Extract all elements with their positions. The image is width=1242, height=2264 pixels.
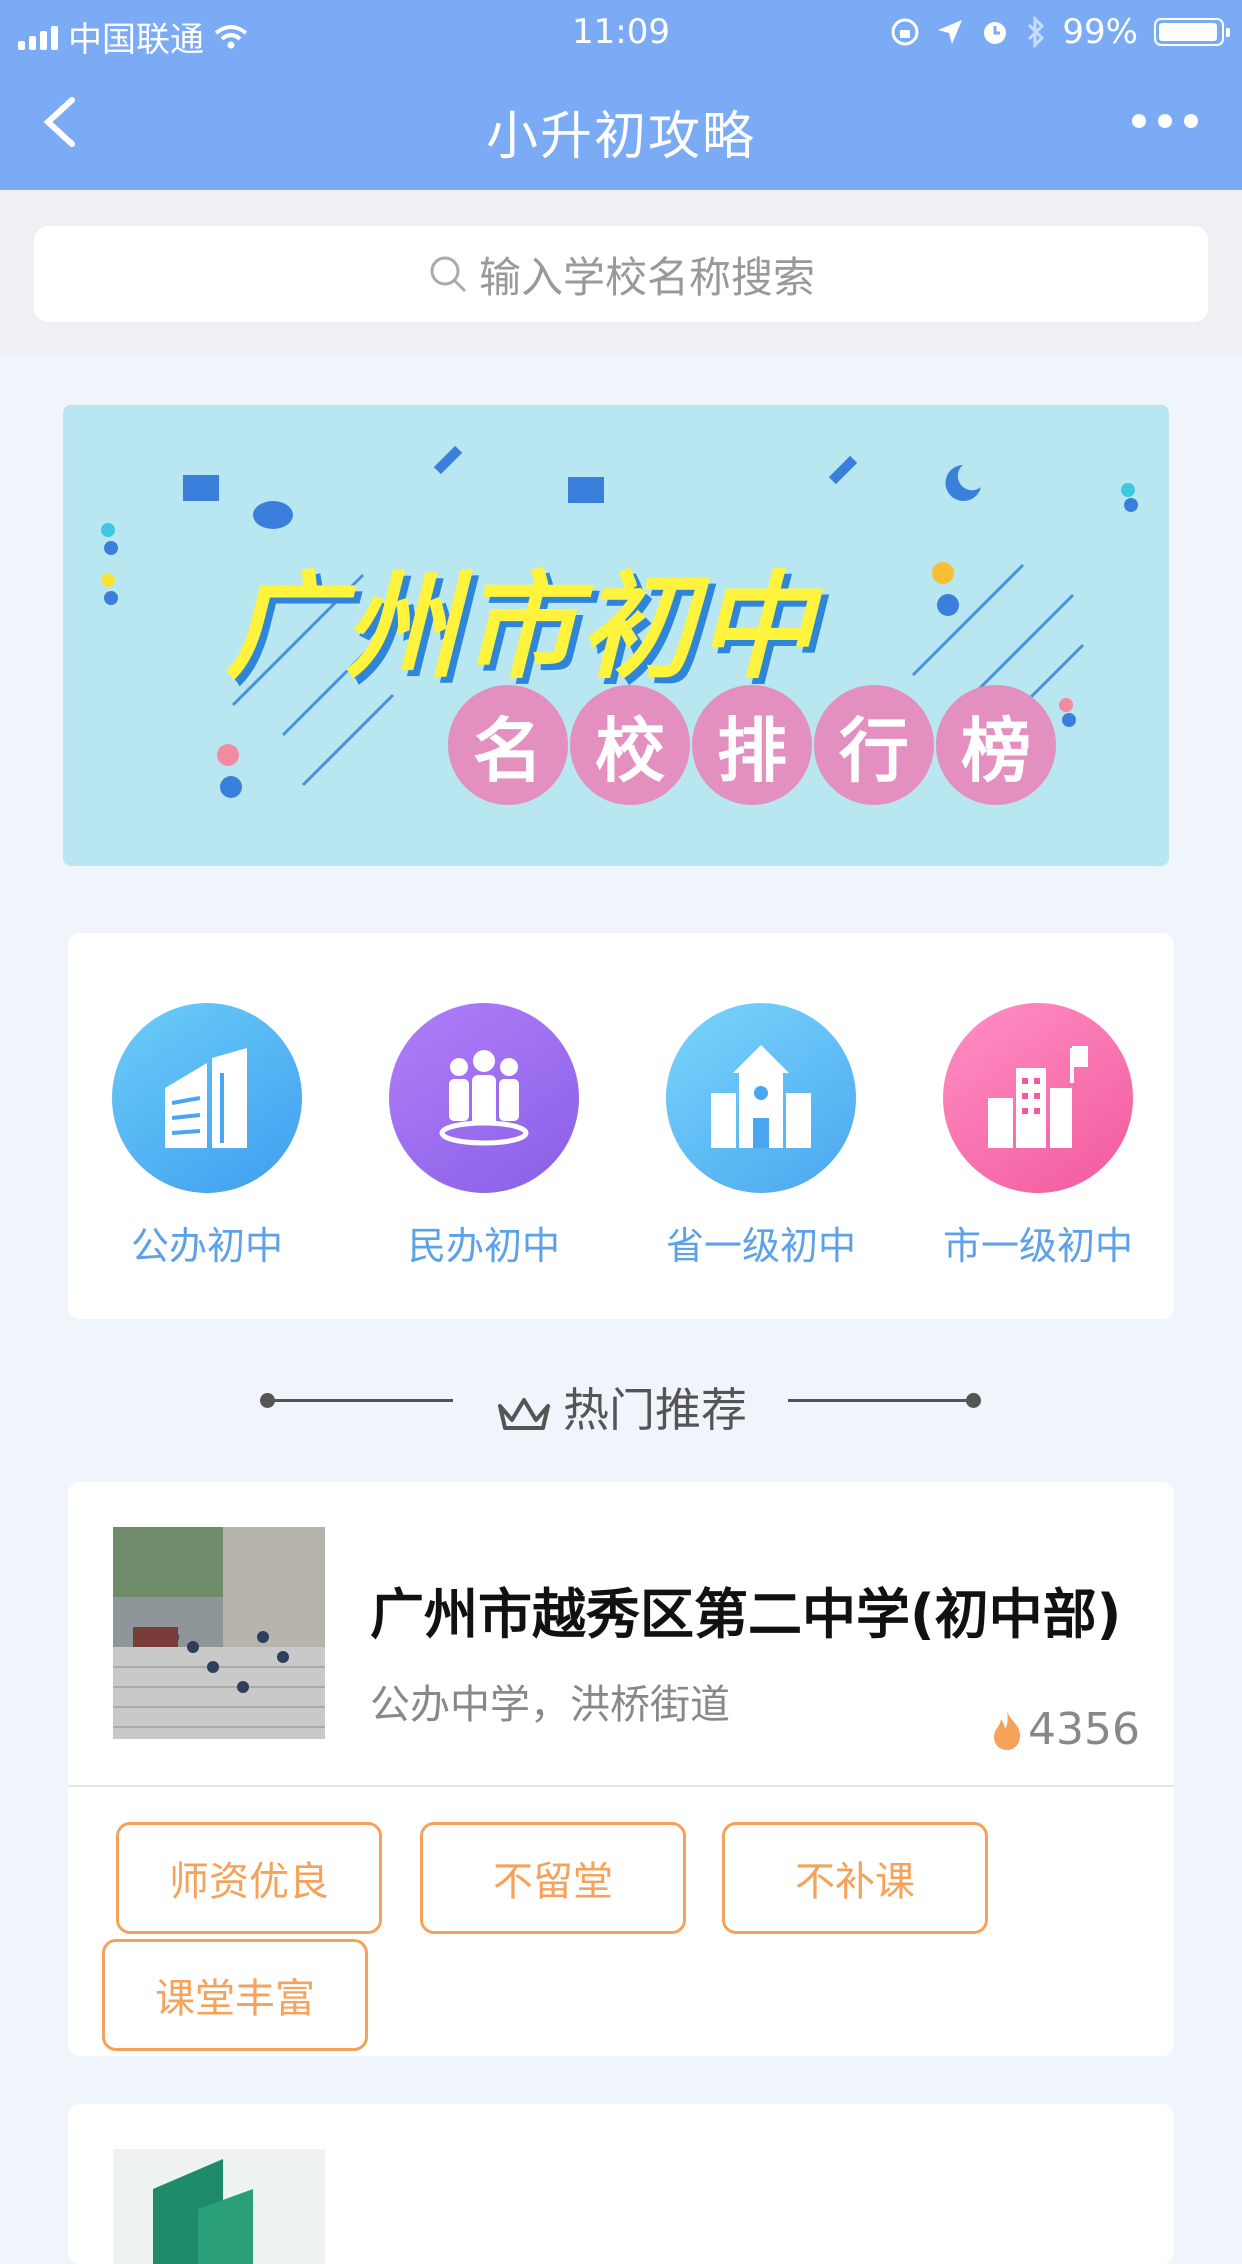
school-card[interactable]: [68, 2104, 1174, 2264]
search-icon: [430, 256, 467, 293]
banner-pill: 行: [814, 685, 934, 805]
fire-icon: [994, 1710, 1021, 1750]
school-tag: 不补课: [722, 1822, 988, 1934]
school-building-icon: [666, 1003, 856, 1193]
more-dot-icon: [1132, 114, 1146, 128]
school-photo: [113, 2149, 325, 2264]
banner-pill: 排: [692, 685, 812, 805]
alarm-icon: [984, 22, 1007, 44]
category-public[interactable]: 公办初中: [97, 1003, 317, 1270]
category-grid: 公办初中 民办初中 省一级初中 市一级初中: [68, 933, 1174, 1319]
search-placeholder: 输入学校名称搜索: [478, 252, 815, 302]
status-bar: 中国联通 11:09 99%: [0, 0, 1242, 64]
search-area: 输入学校名称搜索: [0, 190, 1242, 356]
orientation-lock-icon: [891, 18, 919, 46]
divider-dot: [966, 1393, 981, 1408]
banner-pill: 名: [448, 685, 568, 805]
search-input[interactable]: 输入学校名称搜索: [34, 226, 1208, 322]
city-building-icon: [943, 1003, 1133, 1193]
more-dot-icon: [1158, 114, 1172, 128]
top-bar: 中国联通 11:09 99% 小升初攻略: [0, 0, 1242, 190]
category-municipal[interactable]: 市一级初中: [928, 1003, 1148, 1270]
school-name: 广州市越秀区第二中学(初中部): [370, 1583, 1122, 1646]
battery-percent: 99%: [1062, 12, 1138, 52]
hot-section-title: 热门推荐: [563, 1383, 747, 1437]
promo-banner[interactable]: 广州市初中 名 校 排 行 榜: [63, 405, 1169, 866]
banner-pill: 校: [570, 685, 690, 805]
category-label: 省一级初中: [665, 1224, 856, 1268]
banner-headline: 广州市初中: [225, 560, 815, 695]
category-label: 公办初中: [130, 1224, 283, 1268]
battery-icon: [1154, 18, 1230, 46]
category-label: 市一级初中: [942, 1224, 1133, 1268]
navigation-bar: 小升初攻略: [0, 64, 1242, 190]
hot-section-header: 热门推荐: [0, 1370, 1242, 1437]
people-group-icon: [389, 1003, 579, 1193]
more-button[interactable]: [1132, 114, 1198, 128]
more-dot-icon: [1184, 114, 1198, 128]
school-tag: 不留堂: [420, 1822, 686, 1934]
location-icon: [938, 20, 963, 44]
school-tag: 师资优良: [116, 1822, 382, 1934]
banner-pill: 榜: [936, 685, 1056, 805]
divider-line: [788, 1399, 973, 1402]
popularity-count: 4356: [1028, 1704, 1140, 1755]
banner-subtitle: 名 校 排 行 榜: [448, 685, 1056, 805]
category-label: 民办初中: [407, 1224, 560, 1268]
school-card[interactable]: 广州市越秀区第二中学(初中部) 公办中学，洪桥街道 4356 师资优良 不留堂 …: [68, 1482, 1174, 2056]
category-private[interactable]: 民办初中: [374, 1003, 594, 1270]
card-divider: [68, 1785, 1174, 1787]
school-meta: 公办中学，洪桥街道: [370, 1682, 730, 1728]
bluetooth-icon: [1028, 16, 1045, 48]
popularity: 4356: [990, 1704, 1140, 1755]
school-tag: 课堂丰富: [102, 1939, 368, 2051]
category-provincial[interactable]: 省一级初中: [651, 1003, 871, 1270]
school-photo: [113, 1527, 325, 1739]
public-school-icon: [112, 1003, 302, 1193]
page-title: 小升初攻略: [485, 107, 756, 167]
crown-icon: [498, 1397, 550, 1430]
